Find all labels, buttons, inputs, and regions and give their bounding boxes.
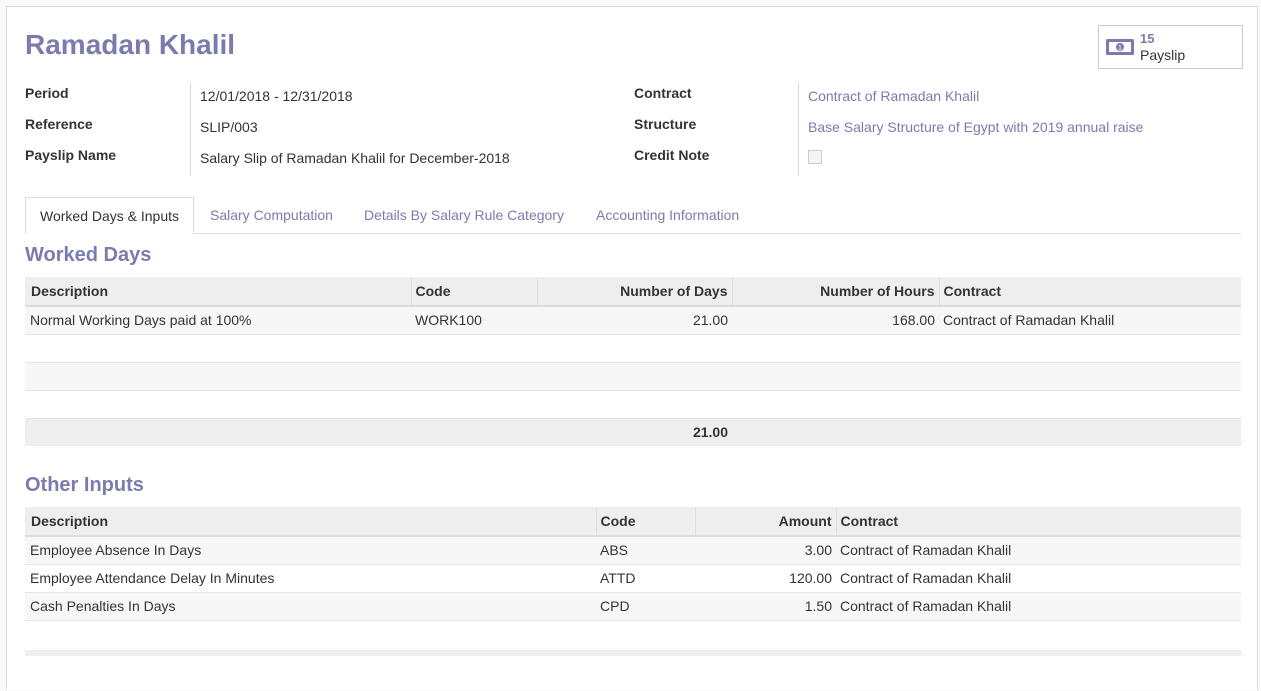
table-row[interactable]: Normal Working Days paid at 100% WORK100… [25, 306, 1241, 335]
field-reference: Reference SLIP/003 [25, 111, 605, 142]
cell-description: Employee Attendance Delay In Minutes [25, 564, 596, 593]
payslip-name-label: Payslip Name [25, 147, 117, 163]
cell-description: Employee Absence In Days [25, 536, 596, 565]
cell-contract: Contract of Ramadan Khalil [939, 306, 1241, 335]
cell-amount: 120.00 [695, 564, 836, 593]
empty-row [25, 362, 1241, 391]
left-divider [190, 82, 191, 176]
notebook-tabs: Worked Days & Inputs Salary Computation … [25, 197, 1241, 234]
worked-days-table: Description Code Number of Days Number o… [25, 277, 1241, 446]
tab-worked-days-inputs[interactable]: Worked Days & Inputs [25, 197, 195, 234]
field-credit-note: Credit Note [634, 142, 1234, 173]
page-title: Ramadan Khalil [25, 29, 236, 60]
cell-contract: Contract of Ramadan Khalil [836, 564, 1241, 593]
column-header[interactable]: Description [25, 507, 596, 537]
payslip-label: Payslip [1140, 47, 1186, 63]
money-icon: 1 [1106, 39, 1134, 55]
column-header[interactable]: Number of Hours [731, 277, 939, 307]
other-inputs-title: Other Inputs [25, 474, 144, 496]
tab-accounting-information[interactable]: Accounting Information [582, 197, 753, 234]
period-label: Period [25, 85, 69, 101]
credit-note-label: Credit Note [634, 147, 710, 163]
payslip-count: 15 [1140, 31, 1155, 46]
column-header[interactable]: Amount [694, 507, 836, 537]
field-contract: Contract Contract of Ramadan Khalil [634, 80, 1234, 111]
table-row[interactable]: Cash Penalties In Days CPD 1.50 Contract… [25, 592, 1241, 621]
credit-note-checkbox[interactable] [808, 150, 822, 164]
column-header[interactable]: Number of Days [536, 277, 732, 307]
column-header[interactable]: Description [25, 277, 411, 307]
table-row[interactable]: Employee Attendance Delay In Minutes ATT… [25, 564, 1241, 593]
cell-code: ATTD [596, 564, 695, 593]
payslip-smart-button[interactable]: 1 15 Payslip [1098, 25, 1243, 69]
table-header-row: Description Code Number of Days Number o… [25, 277, 1241, 307]
cell-contract: Contract of Ramadan Khalil [836, 592, 1241, 621]
payslip-name-value[interactable]: Salary Slip of Ramadan Khalil for Decemb… [200, 150, 510, 166]
field-period: Period 12/01/2018 - 12/31/2018 [25, 80, 605, 111]
table-header-row: Description Code Amount Contract [25, 507, 1241, 537]
cell-hours: 168.00 [732, 306, 939, 335]
right-divider [798, 82, 799, 176]
right-field-group: Contract Contract of Ramadan Khalil Stru… [634, 80, 1234, 173]
left-field-group: Period 12/01/2018 - 12/31/2018 Reference… [25, 80, 605, 173]
empty-row [25, 334, 1241, 363]
table-footer-row: 21.00 [25, 418, 1241, 446]
form-sheet: Ramadan Khalil 1 15 Payslip Period 12/01… [6, 6, 1258, 690]
structure-label: Structure [634, 116, 697, 132]
column-header[interactable]: Code [595, 507, 695, 537]
field-payslip-name: Payslip Name Salary Slip of Ramadan Khal… [25, 142, 605, 173]
structure-link[interactable]: Base Salary Structure of Egypt with 2019… [808, 119, 1143, 135]
cell-days: 21.00 [537, 306, 732, 335]
column-header[interactable]: Code [410, 277, 537, 307]
cell-code: CPD [596, 592, 695, 621]
tab-salary-computation[interactable]: Salary Computation [196, 197, 347, 234]
cell-code: ABS [596, 536, 695, 565]
table-row[interactable]: Employee Absence In Days ABS 3.00 Contra… [25, 536, 1241, 565]
svg-text:1: 1 [1118, 44, 1122, 52]
cell-code: WORK100 [411, 306, 537, 335]
worked-days-title: Worked Days [25, 244, 152, 266]
tab-details-by-salary-rule-category[interactable]: Details By Salary Rule Category [350, 197, 578, 234]
other-inputs-footer [25, 650, 1241, 656]
cell-contract: Contract of Ramadan Khalil [836, 536, 1241, 565]
period-value[interactable]: 12/01/2018 - 12/31/2018 [200, 88, 353, 104]
reference-label: Reference [25, 116, 93, 132]
other-inputs-table: Description Code Amount Contract Employe… [25, 507, 1241, 621]
cell-description: Cash Penalties In Days [25, 592, 596, 621]
column-header[interactable]: Contract [835, 507, 1241, 537]
cell-description: Normal Working Days paid at 100% [25, 306, 411, 335]
cell-amount: 3.00 [695, 536, 836, 565]
total-days: 21.00 [537, 418, 732, 446]
empty-row [25, 390, 1241, 419]
contract-link[interactable]: Contract of Ramadan Khalil [808, 88, 979, 104]
cell-amount: 1.50 [695, 592, 836, 621]
column-header[interactable]: Contract [938, 277, 1241, 307]
contract-label: Contract [634, 85, 692, 101]
reference-value[interactable]: SLIP/003 [200, 119, 258, 135]
field-structure: Structure Base Salary Structure of Egypt… [634, 111, 1234, 142]
